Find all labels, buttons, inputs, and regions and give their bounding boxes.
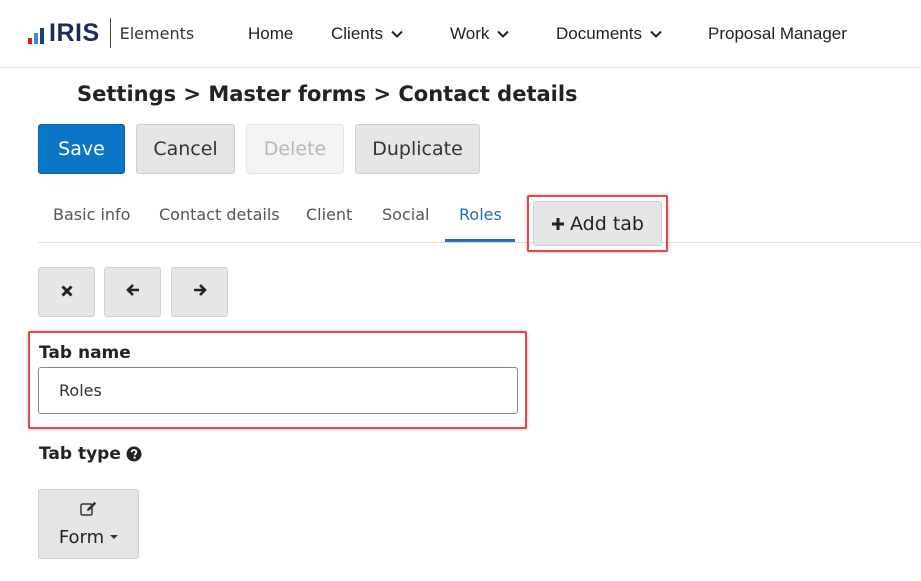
nav-home-label: Home <box>248 24 294 43</box>
arrow-left-icon <box>125 282 141 302</box>
top-nav-bar: IRIS Elements Home Clients Work Document… <box>0 0 921 68</box>
save-button[interactable]: Save <box>38 124 125 174</box>
tab-contact-details[interactable]: Contact details <box>159 205 280 224</box>
duplicate-button[interactable]: Duplicate <box>355 124 480 174</box>
nav-clients[interactable]: Clients <box>331 24 404 44</box>
nav-work-label: Work <box>450 24 490 43</box>
tab-type-selected: Form <box>58 526 119 548</box>
tab-type-selected-label: Form <box>58 526 105 548</box>
tab-social[interactable]: Social <box>382 205 429 224</box>
move-tab-left-button[interactable] <box>104 267 161 317</box>
logo-wordmark: IRIS <box>49 18 100 47</box>
arrow-right-icon <box>192 282 208 302</box>
tabs-divider <box>38 242 921 243</box>
caret-down-icon <box>110 535 119 539</box>
tab-name-label: Tab name <box>39 343 131 363</box>
add-tab-label: Add tab <box>570 212 644 235</box>
nav-proposal-manager[interactable]: Proposal Manager <box>708 24 847 44</box>
edit-icon <box>79 501 98 521</box>
tab-basic-info[interactable]: Basic info <box>53 205 130 224</box>
nav-clients-label: Clients <box>331 24 383 43</box>
delete-button[interactable]: Delete <box>246 124 344 174</box>
product-name: Elements <box>119 23 195 43</box>
tab-name-input[interactable] <box>38 367 518 414</box>
tab-type-label-text: Tab type <box>39 444 121 464</box>
tab-type-label: Tab type <box>39 444 142 464</box>
logo-bars-icon <box>28 22 46 44</box>
cancel-button[interactable]: Cancel <box>136 124 235 174</box>
nav-work[interactable]: Work <box>450 24 510 44</box>
iris-logo[interactable]: IRIS Elements <box>28 17 194 49</box>
chevron-down-icon <box>390 27 404 41</box>
tab-client[interactable]: Client <box>306 205 352 224</box>
breadcrumb: Settings > Master forms > Contact detail… <box>77 82 578 106</box>
chevron-down-icon <box>496 27 510 41</box>
close-icon <box>60 283 74 302</box>
plus-icon <box>551 217 565 231</box>
tab-roles[interactable]: Roles <box>459 205 502 224</box>
tab-type-dropdown[interactable]: Form <box>38 489 139 559</box>
chevron-down-icon <box>649 27 663 41</box>
question-circle-icon[interactable] <box>126 446 142 462</box>
add-tab-button[interactable]: Add tab <box>533 201 662 246</box>
nav-home[interactable]: Home <box>248 24 293 44</box>
nav-documents[interactable]: Documents <box>556 24 663 44</box>
move-tab-right-button[interactable] <box>171 267 228 317</box>
nav-proposal-manager-label: Proposal Manager <box>708 24 847 43</box>
logo-divider <box>109 18 111 48</box>
nav-documents-label: Documents <box>556 24 642 43</box>
remove-tab-button[interactable] <box>38 267 95 317</box>
